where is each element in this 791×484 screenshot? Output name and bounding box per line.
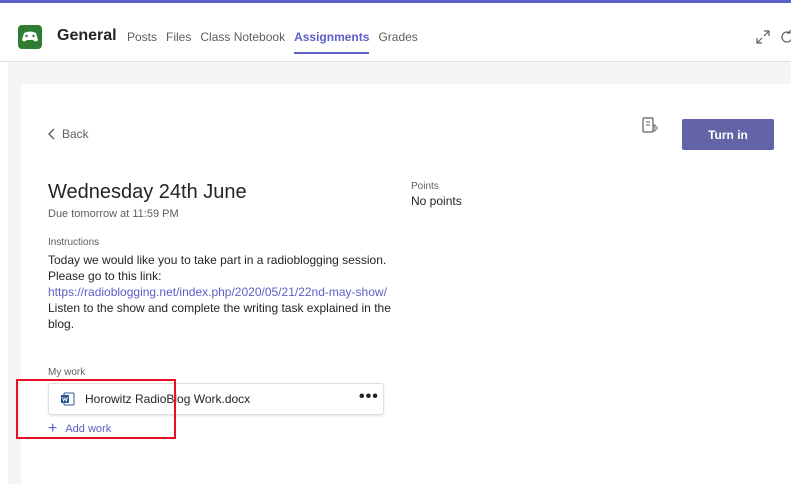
back-label: Back [62,127,89,141]
my-work-label: My work [48,367,86,378]
channel-tabs: Posts Files Class Notebook Assignments G… [127,30,427,54]
points-value: No points [411,194,462,208]
team-logo-icon[interactable] [18,25,42,49]
channel-header: General Posts Files Class Notebook Assig… [0,3,791,62]
tab-files[interactable]: Files [166,30,191,44]
instructions-link[interactable]: https://radioblogging.net/index.php/2020… [48,285,387,299]
immersive-reader-icon[interactable] [640,116,660,136]
instructions-line-1: Today we would like you to take part in … [48,253,387,283]
expand-icon[interactable] [755,29,771,45]
turn-in-button[interactable]: Turn in [682,119,774,150]
instructions-text: Today we would like you to take part in … [48,252,393,332]
due-date: Due tomorrow at 11:59 PM [48,208,179,220]
points-label: Points [411,181,439,192]
tab-assignments[interactable]: Assignments [294,30,370,54]
chevron-left-icon [48,128,55,140]
tab-posts[interactable]: Posts [127,30,157,44]
instructions-line-2: Listen to the show and complete the writ… [48,301,391,331]
back-button[interactable]: Back [48,127,89,141]
refresh-icon[interactable] [779,29,791,45]
channel-title: General [57,27,117,44]
highlight-annotation-box [16,379,176,439]
tab-grades[interactable]: Grades [378,30,417,44]
instructions-label: Instructions [48,237,100,248]
assignment-title: Wednesday 24th June [48,181,247,203]
more-options-icon[interactable]: ••• [359,388,379,406]
tab-class-notebook[interactable]: Class Notebook [200,30,285,44]
